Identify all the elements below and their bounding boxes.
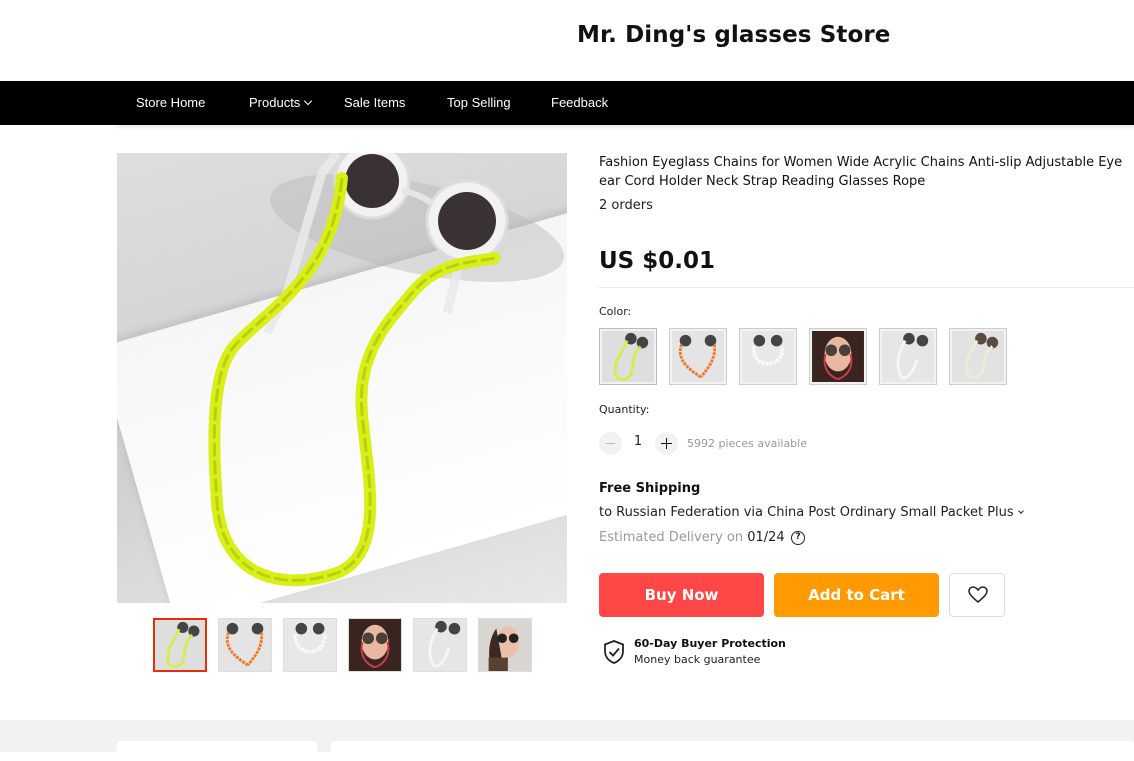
nav-feedback-label: Feedback	[551, 95, 609, 110]
thumbnail-3[interactable]	[283, 618, 337, 672]
chevron-down-icon	[1017, 508, 1024, 514]
store-name: Mr. Ding's glasses Store	[577, 22, 891, 48]
chevron-down-icon	[304, 96, 313, 106]
swatch-image	[952, 331, 1004, 382]
product-price: US $0.01	[599, 248, 715, 274]
shipping-destination-selector[interactable]: to Russian Federation via China Post Ord…	[599, 505, 1024, 520]
color-swatch-6[interactable]	[949, 328, 1007, 385]
nav-shadow	[117, 125, 1134, 131]
thumbnail-image	[479, 619, 531, 671]
shield-check-icon	[604, 640, 624, 664]
thumbnail-image	[349, 619, 401, 671]
thumbnail-image	[414, 619, 466, 671]
nav-products[interactable]: Products	[249, 81, 313, 125]
store-navbar: Store Home Products Sale Items Top Selli…	[0, 81, 1134, 125]
estimated-delivery-date: 01/24	[747, 530, 785, 545]
add-to-cart-button[interactable]: Add to Cart	[774, 573, 939, 617]
nav-feedback[interactable]: Feedback	[551, 81, 608, 125]
quantity-increase-button[interactable]	[655, 432, 678, 455]
order-count: 2 orders	[599, 198, 653, 213]
nav-top-selling[interactable]: Top Selling	[447, 81, 511, 125]
swatch-image	[742, 331, 794, 382]
wishlist-button[interactable]	[949, 573, 1005, 617]
thumbnail-2[interactable]	[218, 618, 272, 672]
swatch-image	[602, 331, 654, 382]
color-swatch-3[interactable]	[739, 328, 797, 385]
quantity-decrease-button[interactable]	[599, 432, 622, 455]
main-product-image[interactable]	[117, 153, 567, 603]
thumbnail-6[interactable]	[478, 618, 532, 672]
price-divider	[599, 287, 1134, 288]
quantity-label: Quantity:	[599, 403, 650, 416]
thumbnail-1[interactable]	[153, 618, 207, 672]
nav-sale-items[interactable]: Sale Items	[344, 81, 405, 125]
color-swatch-4[interactable]	[809, 328, 867, 385]
nav-sale-items-label: Sale Items	[344, 95, 406, 110]
shipping-title: Free Shipping	[599, 481, 701, 496]
estimated-delivery: Estimated Delivery on 01/24	[599, 530, 785, 545]
buyer-protection-title: 60-Day Buyer Protection	[634, 637, 786, 650]
color-label: Color:	[599, 305, 632, 318]
swatch-image	[672, 331, 724, 382]
product-title-line-1: Fashion Eyeglass Chains for Women Wide A…	[599, 155, 1123, 170]
footer-card-left	[117, 741, 317, 761]
help-icon[interactable]: ?	[791, 531, 805, 545]
thumbnail-image	[284, 619, 336, 671]
nav-products-label: Products	[249, 95, 301, 110]
shipping-destination-text: to Russian Federation via China Post Ord…	[599, 505, 1014, 520]
pieces-available: 5992 pieces available	[687, 437, 807, 450]
color-swatch-1[interactable]	[599, 328, 657, 385]
footer-card-right	[331, 741, 1134, 761]
thumbnail-image	[219, 619, 271, 671]
store-header: Mr. Ding's glasses Store	[0, 0, 1134, 81]
nav-store-home-label: Store Home	[136, 95, 206, 110]
thumbnail-4[interactable]	[348, 618, 402, 672]
glasses-chain-illustration	[208, 153, 565, 587]
quantity-value[interactable]: 1	[628, 434, 648, 449]
thumbnail-5[interactable]	[413, 618, 467, 672]
nav-store-home[interactable]: Store Home	[136, 81, 205, 125]
buy-now-button[interactable]: Buy Now	[599, 573, 764, 617]
estimated-delivery-label: Estimated Delivery on	[599, 530, 744, 545]
product-title: Fashion Eyeglass Chains for Women Wide A…	[599, 153, 1134, 191]
product-title-line-2: ear Cord Holder Neck Strap Reading Glass…	[599, 174, 926, 189]
nav-top-selling-label: Top Selling	[447, 95, 511, 110]
heart-icon	[968, 586, 988, 603]
swatch-image	[882, 331, 934, 382]
swatch-image	[812, 331, 864, 382]
thumbnail-image	[155, 620, 205, 670]
color-swatch-2[interactable]	[669, 328, 727, 385]
buyer-protection-subtitle: Money back guarantee	[634, 653, 761, 666]
color-swatch-5[interactable]	[879, 328, 937, 385]
